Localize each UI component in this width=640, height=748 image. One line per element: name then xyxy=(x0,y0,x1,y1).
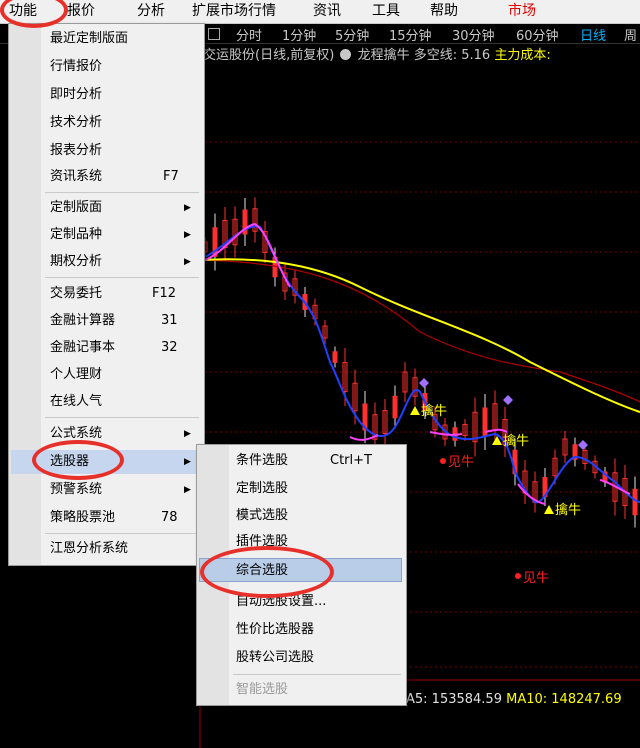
diamond-marker-1 xyxy=(419,378,429,388)
function-menu: 最近定制版面 行情报价 即时分析 技术分析 报表分析 资讯系统 F7 定制版面 ▶ … xyxy=(8,23,205,566)
marker-label-4: 见牛 xyxy=(448,455,474,470)
menu-item-options-analysis[interactable]: 期权分析 ▶ xyxy=(9,250,204,274)
menu-item-quote-board[interactable]: 行情报价 xyxy=(9,55,204,79)
see-bull-dot-2 xyxy=(515,573,521,579)
see-bull-dot-1 xyxy=(440,458,446,464)
candle-body xyxy=(632,488,638,516)
period-timeshare[interactable]: 分时 xyxy=(236,25,262,44)
marker-label-5: 见牛 xyxy=(523,571,549,586)
highlight-circle-comprehensive-pick xyxy=(200,546,334,598)
stock-title: 交运股份(日线,前复权) xyxy=(203,48,335,63)
menu-item-custom-pick[interactable]: 定制选股 xyxy=(197,477,406,501)
ma-readout: A5: 153584.59 MA10: 148247.69 xyxy=(406,692,622,707)
menu-item-custom-variety[interactable]: 定制品种 ▶ xyxy=(9,223,204,247)
buy-arrow-3 xyxy=(544,505,554,514)
submenu-arrow-icon: ▶ xyxy=(184,429,191,439)
candle-body xyxy=(332,351,338,363)
long-short-value: 5.16 xyxy=(461,48,491,63)
submenu-arrow-icon: ▶ xyxy=(184,257,191,267)
menu-item-smart-pick: 智能选股 xyxy=(236,682,289,697)
period-30min[interactable]: 30分钟 xyxy=(452,25,495,44)
window-icon[interactable] xyxy=(208,28,220,40)
menu-separator xyxy=(45,417,199,418)
menu-extended-market[interactable]: 扩展市场行情 xyxy=(192,0,276,23)
period-weekly[interactable]: 周 xyxy=(624,25,637,44)
menu-item-formula-system[interactable]: 公式系统 ▶ xyxy=(9,422,204,446)
menu-item-condition-pick[interactable]: 条件选股 Ctrl+T xyxy=(197,449,406,473)
marker-label-3: 擒牛 xyxy=(555,502,581,518)
buy-arrow-1 xyxy=(410,406,420,415)
menu-separator xyxy=(233,674,401,675)
menu-separator xyxy=(45,533,199,534)
marker-label-1: 擒牛 xyxy=(421,403,447,419)
period-60min[interactable]: 60分钟 xyxy=(516,25,559,44)
menu-item-finance-calculator[interactable]: 金融计算器 31 xyxy=(9,309,204,333)
menu-item-recent-layout[interactable]: 最近定制版面 xyxy=(9,27,204,51)
ma-yellow-line xyxy=(199,258,640,413)
ma5-value: A5: 153584.59 xyxy=(406,692,502,707)
signal-markers: 擒牛 擒牛 擒牛 见牛 见牛 xyxy=(410,378,588,586)
candle-body xyxy=(392,395,398,419)
menu-separator xyxy=(45,277,199,278)
menu-item-info-system[interactable]: 资讯系统 F7 xyxy=(9,165,204,189)
menu-item-neeq-pick[interactable]: 股转公司选股 xyxy=(197,646,406,670)
stock-title-line: 交运股份(日线,前复权) 龙程擒牛 多空线: 5.16 主力成本: xyxy=(203,44,551,63)
period-5min[interactable]: 5分钟 xyxy=(335,25,369,44)
period-15min[interactable]: 15分钟 xyxy=(389,25,432,44)
menu-item-report-analysis[interactable]: 报表分析 xyxy=(9,139,204,163)
menu-item-instant-analysis[interactable]: 即时分析 xyxy=(9,83,204,107)
menu-item-online-popularity[interactable]: 在线人气 xyxy=(9,390,204,414)
ma10-value: MA10: 148247.69 xyxy=(506,692,622,707)
menu-analysis[interactable]: 分析 xyxy=(137,0,165,23)
highlight-circle-stock-picker xyxy=(32,440,124,480)
submenu-arrow-icon: ▶ xyxy=(184,485,191,495)
menu-item-trade-order[interactable]: 交易委托 F12 xyxy=(9,282,204,306)
period-daily[interactable]: 日线 xyxy=(580,25,606,44)
diamond-marker-3 xyxy=(578,440,588,450)
submenu-arrow-icon: ▶ xyxy=(184,457,191,467)
menu-item-pattern-pick[interactable]: 模式选股 xyxy=(197,504,406,528)
long-short-label: 多空线: xyxy=(413,48,458,63)
menu-item-value-picker[interactable]: 性价比选股器 xyxy=(197,618,406,642)
menu-quotes[interactable]: 报价 xyxy=(67,0,95,23)
period-1min[interactable]: 1分钟 xyxy=(282,25,316,44)
submenu-arrow-icon: ▶ xyxy=(184,230,191,240)
menu-item-strategy-pool[interactable]: 策略股票池 78 xyxy=(9,506,204,530)
menu-news[interactable]: 资讯 xyxy=(313,0,341,23)
marker-label-2: 擒牛 xyxy=(503,433,529,449)
menu-item-gann-analysis[interactable]: 江恩分析系统 xyxy=(9,537,204,561)
main-cost-label: 主力成本: xyxy=(494,48,551,63)
menu-tools[interactable]: 工具 xyxy=(372,0,400,23)
menu-item-alert-system[interactable]: 预警系统 ▶ xyxy=(9,478,204,502)
submenu-arrow-icon: ▶ xyxy=(184,203,191,213)
ma-red-line xyxy=(199,259,640,403)
indicator-icon xyxy=(340,49,352,60)
menu-help[interactable]: 帮助 xyxy=(430,0,458,23)
menu-bar: 功能 报价 分析 扩展市场行情 资讯 工具 帮助 市场 xyxy=(0,0,640,24)
diamond-marker-2 xyxy=(503,395,513,405)
menu-item-technical-analysis[interactable]: 技术分析 xyxy=(9,111,204,135)
menu-separator xyxy=(45,192,199,193)
menu-item-finance-notepad[interactable]: 金融记事本 32 xyxy=(9,336,204,360)
menu-market[interactable]: 市场 xyxy=(508,0,536,23)
menu-item-custom-layout[interactable]: 定制版面 ▶ xyxy=(9,196,204,220)
indicator-name: 龙程擒牛 xyxy=(357,48,410,63)
menu-item-personal-finance[interactable]: 个人理财 xyxy=(9,363,204,387)
